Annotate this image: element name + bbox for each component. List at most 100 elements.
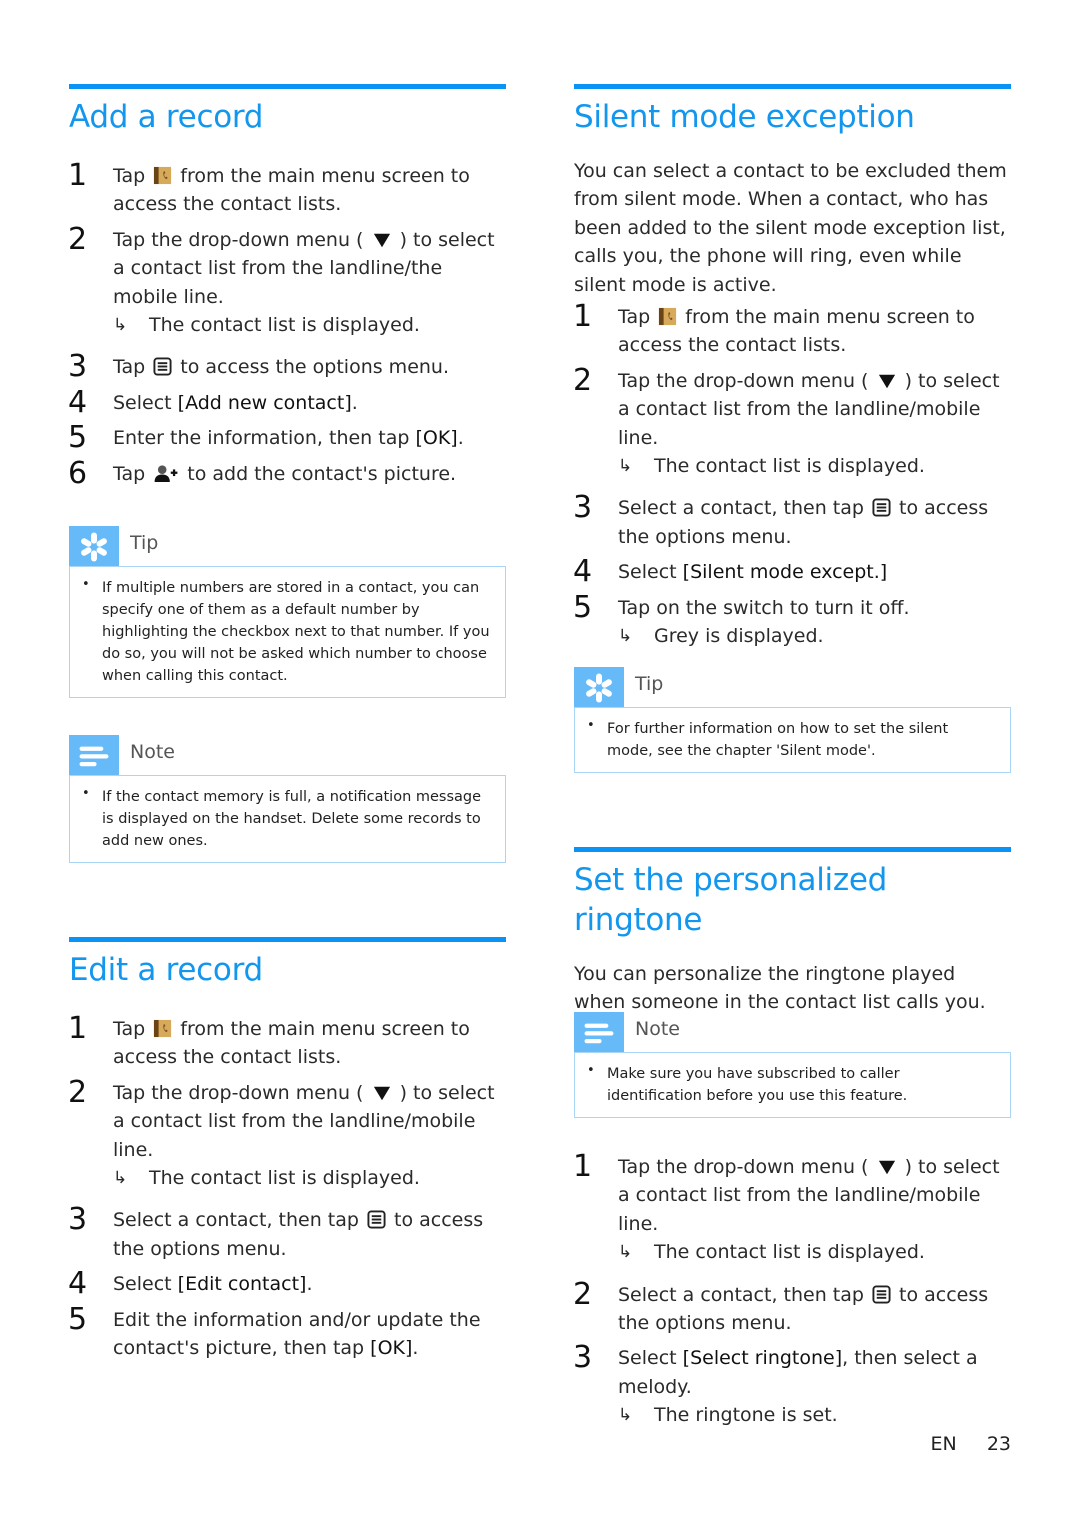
options-menu-icon bbox=[153, 357, 172, 376]
page-number: 23 bbox=[986, 1433, 1011, 1455]
contacts-book-icon bbox=[153, 166, 172, 185]
menu-keyword: [OK] bbox=[415, 427, 458, 450]
callout-body: • Make sure you have subscribed to calle… bbox=[574, 1052, 1011, 1118]
step-item: 4 Select [Edit contact]. bbox=[68, 1266, 506, 1301]
callout-label: Tip bbox=[635, 673, 664, 695]
step-item: 4 Select [Add new contact]. bbox=[68, 385, 506, 420]
step-number: 6 bbox=[68, 455, 88, 491]
callout-text: For further information on how to set th… bbox=[607, 721, 949, 759]
bullet-icon: • bbox=[82, 577, 90, 592]
add-contact-picture-icon bbox=[153, 464, 179, 483]
step-item: 5 Tap on the switch to turn it off. ↳ Gr… bbox=[573, 590, 1011, 651]
note-lines-icon bbox=[582, 1016, 616, 1050]
step-text: Tap bbox=[113, 462, 146, 485]
step-item: 1 Tap from the main menu screen to acces… bbox=[68, 1011, 506, 1072]
step-item: 2 Select a contact, then tap to access t… bbox=[573, 1277, 1011, 1338]
dropdown-triangle-icon bbox=[372, 1084, 392, 1102]
callout-text: If the contact memory is full, a notific… bbox=[102, 789, 482, 849]
section-intro: You can select a contact to be excluded … bbox=[574, 160, 1007, 296]
section-rule bbox=[574, 847, 1011, 852]
section-title: Set the personalized ringtone bbox=[574, 862, 887, 938]
section-title: Add a record bbox=[69, 99, 264, 135]
step-item: 3 Select a contact, then tap to access t… bbox=[573, 490, 1011, 551]
menu-keyword: [Select ringtone] bbox=[682, 1347, 843, 1370]
step-text: . bbox=[412, 1337, 419, 1360]
step-text: Select a contact, then tap bbox=[618, 497, 864, 520]
dropdown-triangle-icon bbox=[877, 372, 897, 390]
tip-callout: Tip • If multiple numbers are stored in … bbox=[69, 526, 506, 698]
contacts-book-icon bbox=[658, 307, 677, 326]
section-edit-record: Edit a record bbox=[69, 937, 506, 990]
note-badge bbox=[574, 1012, 624, 1053]
step-number: 3 bbox=[573, 490, 593, 526]
step-item: 4 Select [Silent mode except.] bbox=[573, 554, 1011, 589]
step-number: 4 bbox=[573, 554, 593, 590]
tip-asterisk-icon bbox=[582, 671, 616, 705]
result-arrow-icon: ↳ bbox=[618, 1242, 633, 1263]
bullet-icon: • bbox=[587, 1063, 595, 1078]
page-footer: EN 23 bbox=[931, 1433, 1011, 1455]
section-rule bbox=[69, 937, 506, 942]
step-item: 3 Tap to access the options menu. bbox=[68, 349, 506, 384]
step-number: 2 bbox=[573, 1276, 593, 1312]
step-number: 1 bbox=[68, 158, 88, 193]
step-number: 5 bbox=[573, 589, 593, 625]
result-text: The contact list is displayed. bbox=[654, 455, 925, 478]
step-result: ↳ The contact list is displayed. bbox=[618, 452, 1011, 480]
section-rule bbox=[69, 84, 506, 89]
step-text: to access the options menu. bbox=[180, 356, 450, 379]
step-number: 3 bbox=[68, 1202, 88, 1238]
step-number: 4 bbox=[68, 384, 88, 420]
step-number: 4 bbox=[68, 1266, 88, 1302]
callout-label: Tip bbox=[130, 532, 159, 554]
callout-body: • For further information on how to set … bbox=[574, 707, 1011, 773]
step-item: 2 Tap the drop-down menu ( ) to select a… bbox=[573, 363, 1011, 481]
step-number: 3 bbox=[573, 1340, 593, 1376]
step-number: 2 bbox=[68, 221, 88, 257]
step-text: Enter the information, then tap bbox=[113, 427, 410, 450]
tip-callout: Tip • For further information on how to … bbox=[574, 667, 1011, 773]
menu-keyword: [Silent mode except.] bbox=[682, 561, 888, 584]
step-text: Tap bbox=[113, 165, 146, 187]
result-arrow-icon: ↳ bbox=[618, 1405, 633, 1426]
step-text: Edit the information and/or update the c… bbox=[113, 1308, 481, 1360]
dropdown-triangle-icon bbox=[877, 1158, 897, 1176]
step-item: 1 Tap from the main menu screen to acces… bbox=[573, 299, 1011, 360]
section-rule bbox=[574, 84, 1011, 89]
menu-keyword: [Edit contact] bbox=[177, 1273, 307, 1296]
step-number: 2 bbox=[573, 362, 593, 398]
step-text: Select a contact, then tap bbox=[618, 1283, 864, 1306]
step-text: Select bbox=[113, 391, 172, 414]
bullet-icon: • bbox=[587, 718, 595, 733]
step-item: 2 Tap the drop-down menu ( ) to select a… bbox=[68, 222, 506, 340]
step-text: Tap the drop-down menu ( bbox=[618, 1156, 869, 1178]
step-item: 1 Tap from the main menu screen to acces… bbox=[68, 158, 506, 219]
ringtone-steps: 1 Tap the drop-down menu ( ) to select a… bbox=[573, 1149, 1011, 1430]
dropdown-triangle-icon bbox=[372, 231, 392, 249]
result-text: Grey is displayed. bbox=[654, 625, 824, 648]
silent-mode-steps: 1 Tap from the main menu screen to acces… bbox=[573, 299, 1011, 651]
result-arrow-icon: ↳ bbox=[113, 315, 128, 336]
step-text: Select bbox=[618, 1347, 677, 1370]
step-item: 3 Select [Select ringtone], then select … bbox=[573, 1340, 1011, 1429]
section-add-record: Add a record bbox=[69, 84, 506, 137]
result-arrow-icon: ↳ bbox=[618, 626, 633, 647]
menu-keyword: [OK] bbox=[370, 1337, 413, 1360]
step-result: ↳ The contact list is displayed. bbox=[113, 311, 506, 339]
step-item: 5 Edit the information and/or update the… bbox=[68, 1302, 506, 1363]
tip-asterisk-icon bbox=[77, 530, 111, 564]
language-code: EN bbox=[930, 1433, 957, 1455]
step-text: . bbox=[457, 427, 464, 450]
step-result: ↳ Grey is displayed. bbox=[618, 622, 1011, 650]
section-intro: You can personalize the ringtone played … bbox=[574, 963, 986, 1014]
step-text: Select a contact, then tap bbox=[113, 1209, 359, 1232]
callout-body: • If the contact memory is full, a notif… bbox=[69, 775, 506, 863]
step-text: Select bbox=[113, 1273, 172, 1296]
callout-body: • If multiple numbers are stored in a co… bbox=[69, 566, 506, 698]
menu-keyword: [Add new contact] bbox=[177, 391, 352, 414]
step-item: 5 Enter the information, then tap [OK]. bbox=[68, 420, 506, 455]
step-text: Tap bbox=[113, 1018, 146, 1040]
result-text: The contact list is displayed. bbox=[654, 1241, 925, 1264]
edit-record-steps: 1 Tap from the main menu screen to acces… bbox=[68, 1011, 506, 1363]
result-arrow-icon: ↳ bbox=[113, 1168, 128, 1189]
